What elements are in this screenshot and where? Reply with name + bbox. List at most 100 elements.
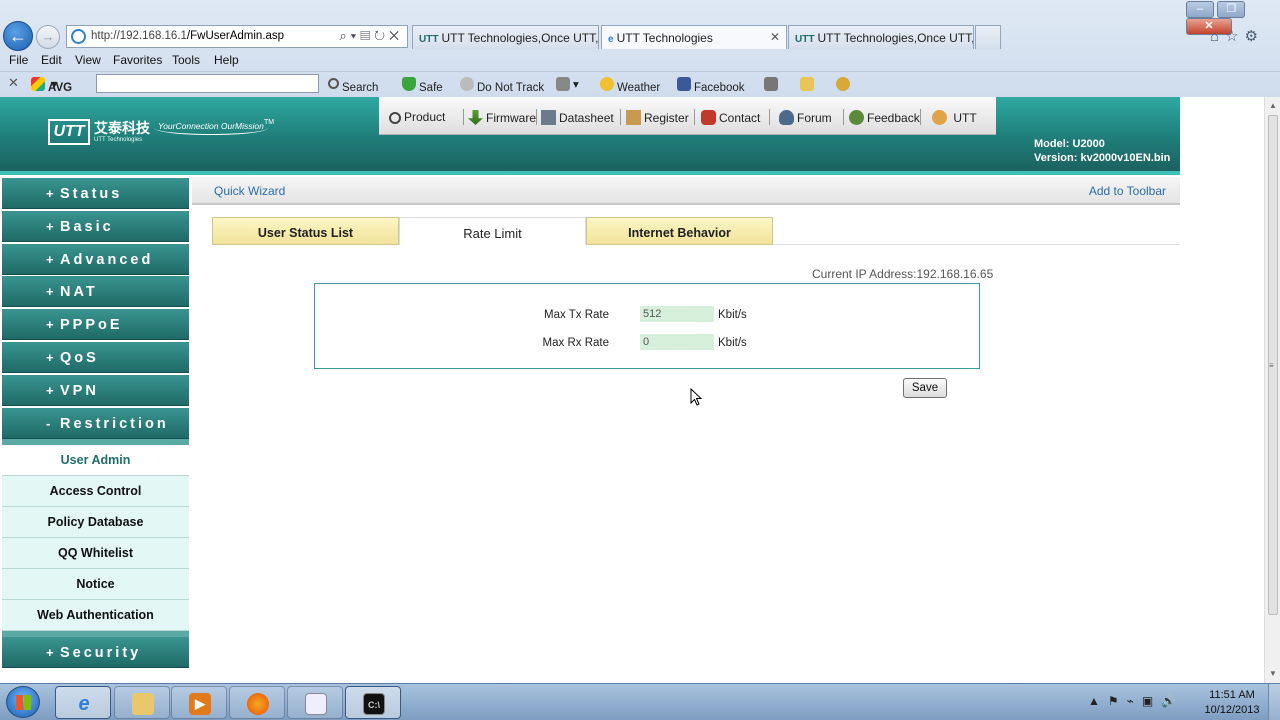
sidebar-item-user-admin[interactable]: User Admin	[2, 444, 189, 476]
tab-internet-behavior[interactable]: Internet Behavior	[586, 217, 773, 245]
taskbar-media-player[interactable]: ▶	[171, 686, 227, 719]
users-icon	[932, 110, 947, 125]
notes-button[interactable]	[800, 77, 817, 91]
minimize-button[interactable]: –	[1186, 1, 1214, 18]
taskbar-explorer[interactable]	[114, 686, 170, 719]
back-button[interactable]: ←	[3, 21, 33, 51]
search-button[interactable]: Search	[328, 77, 378, 94]
browser-chrome: – ❐ ✕ ← → http://192.168.16.1/FwUserAdmi…	[0, 0, 1280, 97]
volume-icon[interactable]: 🔊	[1161, 694, 1184, 708]
address-bar[interactable]: http://192.168.16.1/FwUserAdmin.asp ⌕▾▤↻…	[66, 25, 408, 48]
web-page: UTT 艾泰科技 UTT Technologies YourConnection…	[0, 97, 1268, 683]
start-button[interactable]	[6, 686, 40, 718]
vertical-scrollbar[interactable]: ▲ ≡ ▼	[1264, 97, 1280, 683]
browser-tab-2[interactable]: e UTT Technologies ✕	[601, 25, 787, 49]
shield-check-icon	[402, 77, 416, 91]
nav-utt[interactable]: UTT	[932, 110, 977, 125]
sidebar-section-vpn[interactable]: + VPN	[2, 374, 189, 406]
close-tab-icon[interactable]: ✕	[770, 30, 780, 44]
max-tx-rate-input[interactable]	[640, 306, 714, 322]
flag-icon[interactable]: ⚑	[1108, 694, 1127, 708]
home-icon[interactable]: ⌂	[1210, 28, 1225, 45]
nav-contact[interactable]: Contact	[701, 110, 760, 125]
tab-user-status-list[interactable]: User Status List	[212, 217, 399, 245]
mouse-cursor-icon	[690, 388, 703, 406]
save-button[interactable]: Save	[903, 378, 947, 398]
taskbar-firefox[interactable]	[229, 686, 285, 719]
sidebar-item-web-authentication[interactable]: Web Authentication	[2, 599, 189, 631]
navigation-row: ← → http://192.168.16.1/FwUserAdmin.asp …	[0, 20, 1280, 52]
nav-datasheet[interactable]: Datasheet	[541, 110, 614, 125]
search-icon	[328, 78, 339, 89]
tray-expand-icon[interactable]: ▲	[1088, 694, 1108, 708]
sidebar-section-nat[interactable]: + NAT	[2, 276, 189, 308]
scroll-grip-icon: ≡	[1269, 361, 1274, 370]
sidebar-section-restriction[interactable]: - Restriction	[2, 407, 189, 439]
main-content: Quick Wizard Add to Toolbar User Status …	[192, 177, 1180, 683]
clock[interactable]: 11:51 AM 10/12/2013	[1200, 688, 1264, 718]
quick-wizard-bar: Quick Wizard Add to Toolbar	[192, 177, 1180, 205]
quick-wizard-link[interactable]: Quick Wizard	[214, 184, 285, 198]
browser-tab-3[interactable]: UTT UTT Technologies,Once UTT, ...	[788, 25, 974, 49]
tab-rate-limit[interactable]: Rate Limit	[399, 217, 586, 245]
browser-right-icons[interactable]: ⌂☆⚙	[1210, 27, 1264, 45]
current-ip-address: Current IP Address:192.168.16.65	[812, 267, 994, 281]
sidebar-item-notice[interactable]: Notice	[2, 568, 189, 600]
sidebar-item-policy-database[interactable]: Policy Database	[2, 506, 189, 538]
command-prompt-icon: C:\	[363, 693, 385, 715]
taskbar-paint[interactable]	[287, 686, 343, 719]
sidebar-section-pppoe[interactable]: + PPPoE	[2, 309, 189, 341]
sidebar-section-basic[interactable]: + Basic	[2, 210, 189, 242]
media-play-icon: ▶	[189, 693, 211, 715]
avg-search-input[interactable]	[96, 74, 319, 93]
new-tab-button[interactable]	[975, 25, 1001, 49]
nav-register[interactable]: Register	[626, 110, 689, 125]
forward-button[interactable]: →	[36, 25, 60, 49]
show-desktop-button[interactable]	[1268, 684, 1280, 720]
system-tray[interactable]: ▲⚑⌁▣🔊	[1088, 694, 1184, 708]
safe-button[interactable]: Safe	[402, 77, 443, 94]
header-banner: UTT 艾泰科技 UTT Technologies YourConnection…	[0, 97, 1180, 175]
utt-logo: UTT 艾泰科技 UTT Technologies	[48, 119, 150, 145]
clock-time: 11:51 AM	[1209, 689, 1255, 701]
do-not-track-button[interactable]: Do Not Track	[460, 77, 544, 94]
taskbar-internet-explorer[interactable]: e	[55, 686, 111, 719]
taskbar-command-prompt[interactable]: C:\	[345, 686, 401, 719]
phone-icon	[701, 110, 716, 125]
magnifier-button[interactable]	[836, 77, 853, 91]
menu-file[interactable]: File	[9, 53, 28, 67]
nav-forum[interactable]: Forum	[779, 110, 832, 125]
trash-menu[interactable]: ▾	[556, 77, 579, 91]
add-to-toolbar-link[interactable]: Add to Toolbar	[1089, 184, 1166, 198]
scroll-down-icon[interactable]: ▼	[1269, 669, 1277, 678]
max-rx-rate-input[interactable]	[640, 334, 714, 350]
favorites-star-icon[interactable]: ☆	[1225, 28, 1244, 45]
close-toolbar-icon[interactable]: ✕	[8, 75, 19, 91]
menu-edit[interactable]: Edit	[41, 53, 62, 67]
nav-feedback[interactable]: Feedback	[849, 110, 920, 125]
sidebar-item-qq-whitelist[interactable]: QQ Whitelist	[2, 537, 189, 569]
weather-button[interactable]: Weather	[600, 77, 660, 94]
menu-favorites[interactable]: Favorites	[113, 53, 162, 67]
network-icon[interactable]: ▣	[1142, 694, 1161, 708]
browser-tab-1[interactable]: UTT UTT Technologies,Once UTT, ...	[412, 25, 599, 49]
maximize-button[interactable]: ❐	[1217, 1, 1246, 18]
usb-icon[interactable]: ⌁	[1127, 694, 1142, 708]
nav-firmware[interactable]: Firmware	[468, 110, 536, 125]
sidebar-item-access-control[interactable]: Access Control	[2, 475, 189, 507]
scroll-up-icon[interactable]: ▲	[1269, 101, 1277, 110]
avg-menu[interactable]: AVG ▾	[31, 77, 72, 94]
sidebar-section-security[interactable]: + Security	[2, 636, 189, 668]
sidebar-section-status[interactable]: + Status	[2, 178, 189, 209]
menu-tools[interactable]: Tools	[172, 53, 200, 67]
address-controls[interactable]: ⌕▾▤↻✕	[340, 28, 404, 44]
menu-view[interactable]: View	[75, 53, 101, 67]
nav-product[interactable]: Product	[389, 110, 445, 124]
settings-gear-icon[interactable]: ⚙	[1245, 28, 1264, 45]
menu-help[interactable]: Help	[214, 53, 239, 67]
facebook-button[interactable]: Facebook	[677, 77, 745, 94]
sidebar-section-advanced[interactable]: + Advanced	[2, 243, 189, 275]
calculator-button[interactable]	[764, 77, 781, 91]
sidebar-section-qos[interactable]: + QoS	[2, 341, 189, 373]
max-tx-label: Max Tx Rate	[544, 309, 609, 321]
